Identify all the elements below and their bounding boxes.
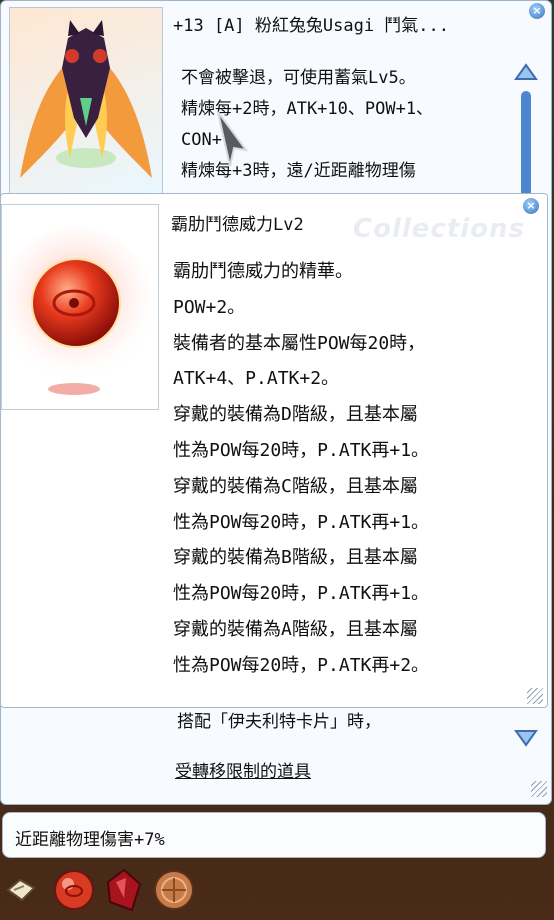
- item-desc-line: 不會被擊退，可使用蓄氣Lv5。: [181, 68, 416, 88]
- close-card-tooltip-button[interactable]: ×: [523, 198, 539, 214]
- card-desc-line: 性為POW每20時，P.ATK再+1。: [173, 583, 430, 605]
- info-bar-text: 近距離物理傷害+7%: [15, 830, 165, 850]
- card-desc-line: POW+2。: [173, 296, 246, 318]
- card-desc-line: 性為POW每20時，P.ATK再+2。: [173, 654, 430, 676]
- item-title: +13 [A] 粉紅兔兔Usagi 鬥氣...: [173, 16, 449, 36]
- info-bar: 近距離物理傷害+7%: [2, 812, 546, 858]
- wing-headgear-icon: [20, 20, 152, 178]
- bronze-coin-icon[interactable]: [152, 868, 196, 912]
- item-slot-row: [0, 866, 554, 920]
- card-desc-line: ATK+4、P.ATK+2。: [173, 368, 340, 390]
- card-desc-line: 霸肋鬥德威力的精華。: [173, 261, 353, 282]
- card-title: 霸肋鬥德威力Lv2: [171, 215, 304, 235]
- card-desc-line: 穿戴的裝備為C階級，且基本屬: [173, 475, 418, 497]
- item-combo-line: 搭配「伊夫利特卡片」時，: [177, 712, 381, 732]
- card-desc-line: 裝備者的基本屬性POW每20時，: [173, 332, 426, 354]
- card-desc-line: 穿戴的裝備為D階級，且基本屬: [173, 404, 418, 426]
- red-orb-icon[interactable]: [52, 868, 96, 912]
- card-desc-line: 穿戴的裝備為A階級，且基本屬: [173, 618, 418, 640]
- card-tooltip-window: Collections 霸肋鬥德威力Lv2 × 霸肋鬥德威力的精華。 POW+2…: [0, 193, 548, 708]
- card-desc-line: 性為POW每20時，P.ATK再+1。: [173, 439, 430, 461]
- map-icon[interactable]: [4, 876, 38, 904]
- card-desc-line: 穿戴的裝備為B階級，且基本屬: [173, 547, 418, 569]
- scroll-up-arrow-icon[interactable]: [513, 61, 539, 85]
- red-orb-icon: [0, 227, 154, 395]
- collections-watermark: Collections: [353, 214, 526, 244]
- card-desc-line: 性為POW每20時，P.ATK再+1。: [173, 511, 430, 533]
- red-crystal-icon[interactable]: [102, 868, 146, 912]
- transfer-restriction-link[interactable]: 受轉移限制的道具: [175, 757, 311, 782]
- scroll-down-arrow-icon[interactable]: [513, 725, 539, 749]
- card-image: [0, 204, 159, 410]
- close-item-window-button[interactable]: ×: [529, 3, 545, 19]
- item-image: [9, 7, 163, 195]
- mouse-cursor-icon: [217, 111, 249, 167]
- card-description: 霸肋鬥德威力的精華。 POW+2。 裝備者的基本屬性POW每20時， ATK+4…: [173, 254, 429, 684]
- item-window-resize-grip[interactable]: [531, 781, 547, 797]
- card-tooltip-resize-grip[interactable]: [527, 688, 543, 704]
